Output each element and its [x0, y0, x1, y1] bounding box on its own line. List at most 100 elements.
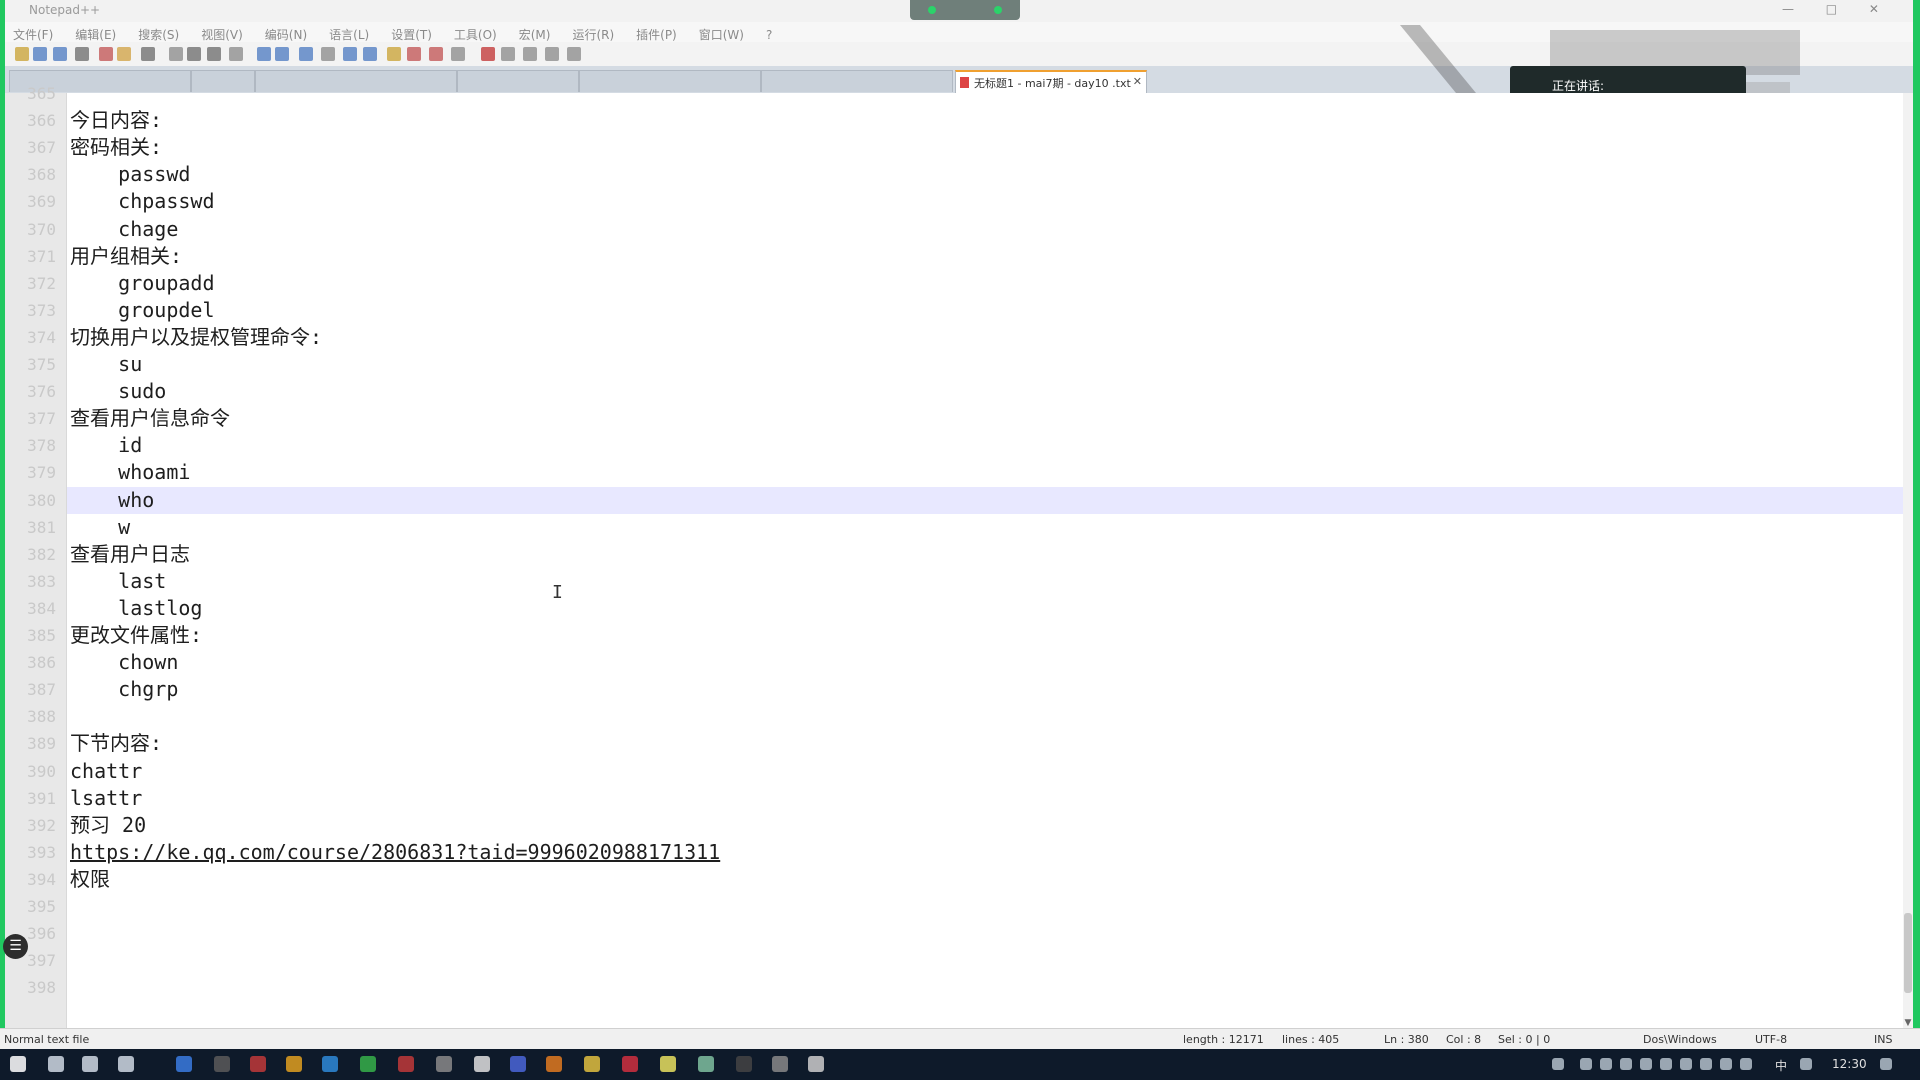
taskbar-clock[interactable]: 12:30: [1832, 1057, 1867, 1071]
editor-line: 下节内容:: [70, 731, 163, 756]
menu-item[interactable]: 编码(N): [265, 28, 307, 42]
tab-inactive[interactable]: [761, 70, 953, 92]
taskbar-app-icon[interactable]: [510, 1056, 526, 1072]
tab-inactive[interactable]: [457, 70, 579, 92]
system-tray-icon[interactable]: [1580, 1058, 1592, 1070]
taskbar-app-icon[interactable]: [660, 1056, 676, 1072]
taskbar-app-icon[interactable]: [736, 1056, 752, 1072]
toolbar-button-icon[interactable]: [275, 47, 289, 61]
start-menu-icon[interactable]: [10, 1056, 26, 1072]
toolbar-button-icon[interactable]: [53, 47, 67, 61]
taskbar-app-icon[interactable]: [118, 1056, 134, 1072]
taskbar-app-icon[interactable]: [808, 1056, 824, 1072]
toolbar-button-icon[interactable]: [501, 47, 515, 61]
system-tray-icon[interactable]: [1880, 1058, 1892, 1070]
toolbar-button-icon[interactable]: [75, 47, 89, 61]
menu-item[interactable]: 编辑(E): [75, 28, 116, 42]
side-menu-icon[interactable]: ☰: [3, 934, 28, 959]
system-tray-icon[interactable]: [1800, 1058, 1812, 1070]
toolbar-button-icon[interactable]: [451, 47, 465, 61]
toolbar-button-icon[interactable]: [299, 47, 313, 61]
tab-close-icon[interactable]: ✕: [1133, 75, 1142, 88]
taskbar-app-icon[interactable]: [176, 1056, 192, 1072]
line-number: 383: [27, 571, 56, 591]
toolbar-button-icon[interactable]: [481, 47, 495, 61]
toolbar-button-icon[interactable]: [321, 47, 335, 61]
status-sel: Sel : 0 | 0: [1498, 1033, 1551, 1046]
tab-inactive[interactable]: [579, 70, 761, 92]
menu-item[interactable]: 运行(R): [572, 28, 614, 42]
taskbar-app-icon[interactable]: [474, 1056, 490, 1072]
vertical-scrollbar[interactable]: ▼: [1903, 93, 1913, 1028]
system-tray-icon[interactable]: [1740, 1058, 1752, 1070]
toolbar-button-icon[interactable]: [407, 47, 421, 61]
search-icon[interactable]: [48, 1056, 64, 1072]
toolbar-button-icon[interactable]: [187, 47, 201, 61]
editor-line: whoami: [70, 460, 191, 485]
menu-item[interactable]: 文件(F): [13, 28, 53, 42]
scroll-down-icon[interactable]: ▼: [1903, 1018, 1913, 1028]
toolbar-button-icon[interactable]: [523, 47, 537, 61]
menu-item[interactable]: ?: [766, 28, 772, 42]
system-tray-icon[interactable]: [1552, 1058, 1564, 1070]
taskbar-app-icon[interactable]: [82, 1056, 98, 1072]
line-number: 380: [27, 490, 56, 510]
toolbar-button-icon[interactable]: [387, 47, 401, 61]
taskbar-app-icon[interactable]: [360, 1056, 376, 1072]
menu-item[interactable]: 宏(M): [519, 28, 551, 42]
status-bar: Normal text file length : 12171 lines : …: [0, 1028, 1920, 1050]
menu-item[interactable]: 窗口(W): [699, 28, 744, 42]
editor-line: lsattr: [70, 785, 143, 810]
taskbar-app-icon[interactable]: [322, 1056, 338, 1072]
toolbar-button-icon[interactable]: [545, 47, 559, 61]
toolbar-button-icon[interactable]: [567, 47, 581, 61]
toolbar-button-icon[interactable]: [429, 47, 443, 61]
toolbar-button-icon[interactable]: [99, 47, 113, 61]
line-number: 384: [27, 598, 56, 618]
toolbar-button-icon[interactable]: [15, 47, 29, 61]
taskbar-app-icon[interactable]: [250, 1056, 266, 1072]
taskbar-app-icon[interactable]: [772, 1056, 788, 1072]
system-tray-icon[interactable]: [1680, 1058, 1692, 1070]
system-tray-icon[interactable]: [1720, 1058, 1732, 1070]
taskbar-app-icon[interactable]: [436, 1056, 452, 1072]
toolbar-button-icon[interactable]: [117, 47, 131, 61]
toolbar-button-icon[interactable]: [363, 47, 377, 61]
editor-line: last: [70, 568, 167, 593]
tab-inactive[interactable]: [191, 70, 255, 92]
system-tray-icon[interactable]: [1600, 1058, 1612, 1070]
window-controls[interactable]: — □ ✕: [1782, 2, 1893, 16]
system-tray-icon[interactable]: [1620, 1058, 1632, 1070]
taskbar-app-icon[interactable]: [214, 1056, 230, 1072]
taskbar-app-icon[interactable]: [698, 1056, 714, 1072]
taskbar-app-icon[interactable]: [398, 1056, 414, 1072]
toolbar-button-icon[interactable]: [343, 47, 357, 61]
line-number: 377: [27, 409, 56, 429]
menu-item[interactable]: 语言(L): [329, 28, 369, 42]
tab-inactive[interactable]: [255, 70, 457, 92]
toolbar-button-icon[interactable]: [229, 47, 243, 61]
taskbar-app-icon[interactable]: [622, 1056, 638, 1072]
menu-item[interactable]: 插件(P): [636, 28, 677, 42]
toolbar-button-icon[interactable]: [141, 47, 155, 61]
taskbar-app-icon[interactable]: [546, 1056, 562, 1072]
taskbar-app-icon[interactable]: [584, 1056, 600, 1072]
toolbar-button-icon[interactable]: [207, 47, 221, 61]
toolbar-button-icon[interactable]: [257, 47, 271, 61]
menu-item[interactable]: 视图(V): [201, 28, 243, 42]
toolbar-button-icon[interactable]: [169, 47, 183, 61]
editor-link-line[interactable]: https://ke.qq.com/course/2806831?taid=99…: [70, 839, 720, 866]
ime-indicator[interactable]: 中: [1775, 1057, 1787, 1074]
menu-item[interactable]: 工具(O): [454, 28, 497, 42]
system-tray-icon[interactable]: [1640, 1058, 1652, 1070]
menu-item[interactable]: 设置(T): [391, 28, 432, 42]
taskbar-app-icon[interactable]: [286, 1056, 302, 1072]
editor-line: passwd: [70, 162, 191, 187]
text-editor[interactable]: 今日内容: 密码相关: passwd chpasswd chage 用户组相关: g…: [67, 93, 1905, 1028]
system-tray-icon[interactable]: [1660, 1058, 1672, 1070]
tab-active[interactable]: 无标题1 - mai7期 - day10 .txt ✕: [955, 70, 1147, 93]
menu-item[interactable]: 搜索(S): [138, 28, 179, 42]
toolbar-button-icon[interactable]: [33, 47, 47, 61]
scrollbar-thumb[interactable]: [1904, 913, 1912, 993]
system-tray-icon[interactable]: [1700, 1058, 1712, 1070]
